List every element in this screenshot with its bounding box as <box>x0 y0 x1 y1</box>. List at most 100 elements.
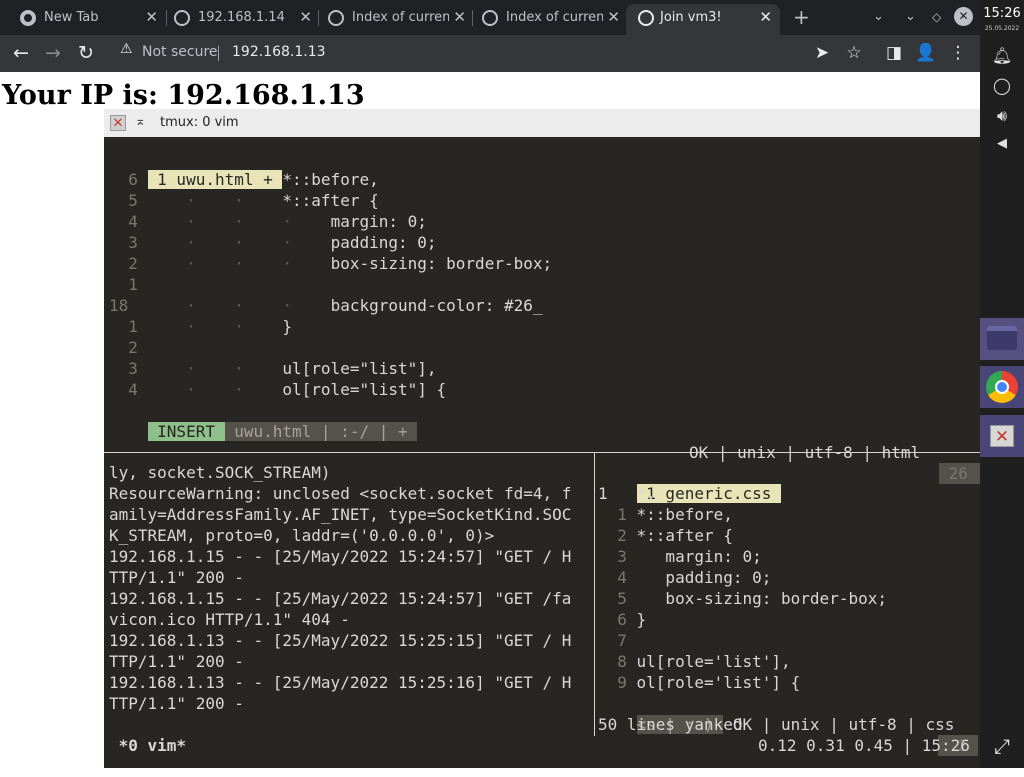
minimize-icon[interactable]: ⌄ <box>905 4 916 30</box>
taskbar: 15:26 25.05.2022 🔔︎ ◯ 🔊︎ ◀ ✕ ⤢ <box>980 0 1024 768</box>
tab-join-vm3[interactable]: Join vm3! ✕ <box>626 4 780 35</box>
log-line: vicon.ico HTTP/1.1" 404 - <box>109 610 350 629</box>
terminal-titlebar[interactable]: ✕ ⌅ tmux: 0 vim <box>104 109 980 137</box>
tab-index-of-current-1[interactable]: Index of curren ✕ <box>308 4 474 35</box>
log-line: ly, socket.SOCK_STREAM) <box>109 463 331 482</box>
chrome-icon <box>20 10 36 26</box>
code-text: *, <box>636 484 656 503</box>
log-line: 192.168.1.13 - - [25/May/2022 15:25:16] … <box>109 673 572 692</box>
forward-icon[interactable]: → <box>40 40 66 66</box>
code-line: 2 *::after { <box>598 525 733 546</box>
log-line: 192.168.1.15 - - [25/May/2022 15:24:57] … <box>109 547 572 566</box>
line-number: 6 <box>598 610 637 629</box>
code-text: *::after { <box>282 191 379 210</box>
window-close-icon[interactable]: ✕ <box>954 7 973 26</box>
code-line: 1 <box>109 274 148 295</box>
dock-item-chrome[interactable] <box>980 366 1024 408</box>
code-text: ol[role='list'] { <box>636 673 801 692</box>
code-text: ol[role="list"] { <box>282 380 447 399</box>
close-icon[interactable]: ✕ <box>603 4 620 31</box>
vim-file-format: OK | unix | utf-8 | css <box>723 715 965 734</box>
collapse-arrow-icon[interactable]: ◀ <box>990 136 1014 151</box>
pane-divider-horizontal[interactable] <box>104 452 980 453</box>
reload-icon[interactable]: ↻ <box>73 40 99 66</box>
tab-title: 192.168.1.14 <box>198 10 285 25</box>
indent-guide: · · <box>147 170 283 189</box>
line-number: 8 <box>598 652 637 671</box>
menu-icon[interactable]: ⋮ <box>946 41 970 65</box>
close-icon[interactable]: ✕ <box>110 115 126 131</box>
profile-icon[interactable]: 👤 <box>914 41 938 65</box>
code-text: *::before, <box>636 505 733 524</box>
line-number: 6 <box>109 170 148 189</box>
expand-icon[interactable]: ⤢ <box>990 734 1014 758</box>
line-number: 7 <box>598 631 637 650</box>
code-text: box-sizing: border-box; <box>636 589 887 608</box>
line-number: 1 <box>598 505 637 524</box>
line-number: 3 <box>598 547 637 566</box>
terminal-window[interactable]: ✕ ⌅ tmux: 0 vim 1 uwu.html + 6 · · *::be… <box>104 109 980 768</box>
pane-divider-vertical[interactable] <box>594 453 595 736</box>
code-text: *::before, <box>282 170 379 189</box>
vim-tabline: 1 uwu.html + <box>109 148 283 189</box>
bookmark-star-icon[interactable]: ☆ <box>842 41 866 65</box>
globe-icon <box>174 10 190 26</box>
tab-strip: New Tab ✕ 192.168.1.14 ✕ Index of curren… <box>0 0 980 35</box>
chrome-icon <box>986 371 1018 403</box>
indent-guide: · · <box>147 317 283 336</box>
line-number: 4 <box>109 380 148 399</box>
log-line: K_STREAM, proto=0, laddr=('0.0.0.0', 0)> <box>109 526 495 545</box>
line-number: 18 <box>109 296 148 315</box>
lightbulb-icon[interactable]: ◯ <box>990 76 1014 95</box>
send-icon[interactable]: ➤ <box>810 41 834 65</box>
new-tab-button[interactable]: + <box>793 4 810 30</box>
tab-192-168-1-14[interactable]: 192.168.1.14 ✕ <box>154 4 320 35</box>
indent-guide: · · <box>147 380 283 399</box>
close-icon[interactable]: ✕ <box>759 4 772 31</box>
vim-tab-generic-css[interactable]: 1 generic.css <box>636 484 782 503</box>
log-line: ResourceWarning: unclosed <socket.socket… <box>109 484 572 503</box>
indent-guide: · · <box>147 359 283 378</box>
code-line: 1 *, <box>598 483 656 504</box>
vim-statusline-top: INSERT uwu.html | :-/ | + OK | unix | ut… <box>109 400 980 484</box>
tab-new-tab[interactable]: New Tab ✕ <box>0 4 166 35</box>
code-line: 3 margin: 0; <box>598 546 762 567</box>
volume-icon[interactable]: 🔊︎ <box>990 106 1014 126</box>
line-number: 4 <box>109 212 148 231</box>
address-bar[interactable]: ⚠ Not secure 192.168.1.13 <box>110 38 800 68</box>
tmux-window-list[interactable]: *0 vim* <box>109 735 186 756</box>
code-line: 4 · · · margin: 0; <box>109 211 427 232</box>
date: 25.05.2022 <box>984 25 1020 32</box>
line-number: 5 <box>109 191 148 210</box>
indent-guide: · · · <box>147 296 331 315</box>
clock[interactable]: 15:26 <box>980 6 1024 21</box>
back-icon[interactable]: ← <box>8 40 34 66</box>
close-icon: ✕ <box>990 425 1014 447</box>
code-line: 8 ul[role='list'], <box>598 651 791 672</box>
dock-item-xkill[interactable]: ✕ <box>980 415 1024 457</box>
code-text: ul[role='list'], <box>636 652 791 671</box>
code-line: 2 <box>109 337 148 358</box>
code-text: padding: 0; <box>636 568 772 587</box>
url-separator <box>218 46 219 61</box>
line-number: 9 <box>598 673 637 692</box>
url-text: 192.168.1.13 <box>232 44 326 60</box>
dock-item-files[interactable] <box>980 318 1024 360</box>
collapse-icon[interactable]: ⌅ <box>135 114 146 129</box>
code-line: 4 padding: 0; <box>598 567 771 588</box>
line-number: 1 <box>109 275 148 294</box>
line-number: 2 <box>109 338 148 357</box>
maximize-icon[interactable]: ◇ <box>932 4 941 30</box>
side-panel-icon[interactable]: ◨ <box>882 41 906 65</box>
page-heading: Your IP is: 192.168.1.13 <box>2 80 365 111</box>
code-line: 5 · · *::after { <box>109 190 379 211</box>
line-number: 1 <box>109 317 148 336</box>
code-text: margin: 0; <box>330 212 427 231</box>
bell-icon[interactable]: 🔔︎ <box>990 46 1014 65</box>
indent-guide: · · <box>147 191 283 210</box>
code-line: 2 · · · box-sizing: border-box; <box>109 253 552 274</box>
tmux-status-right: 0.12 0.31 0.45 | 15:26 <box>758 736 970 755</box>
tab-search-icon[interactable]: ⌄ <box>873 4 884 30</box>
code-text: ul[role="list"], <box>282 359 437 378</box>
tab-index-of-current-2[interactable]: Index of curren ✕ <box>462 4 628 35</box>
